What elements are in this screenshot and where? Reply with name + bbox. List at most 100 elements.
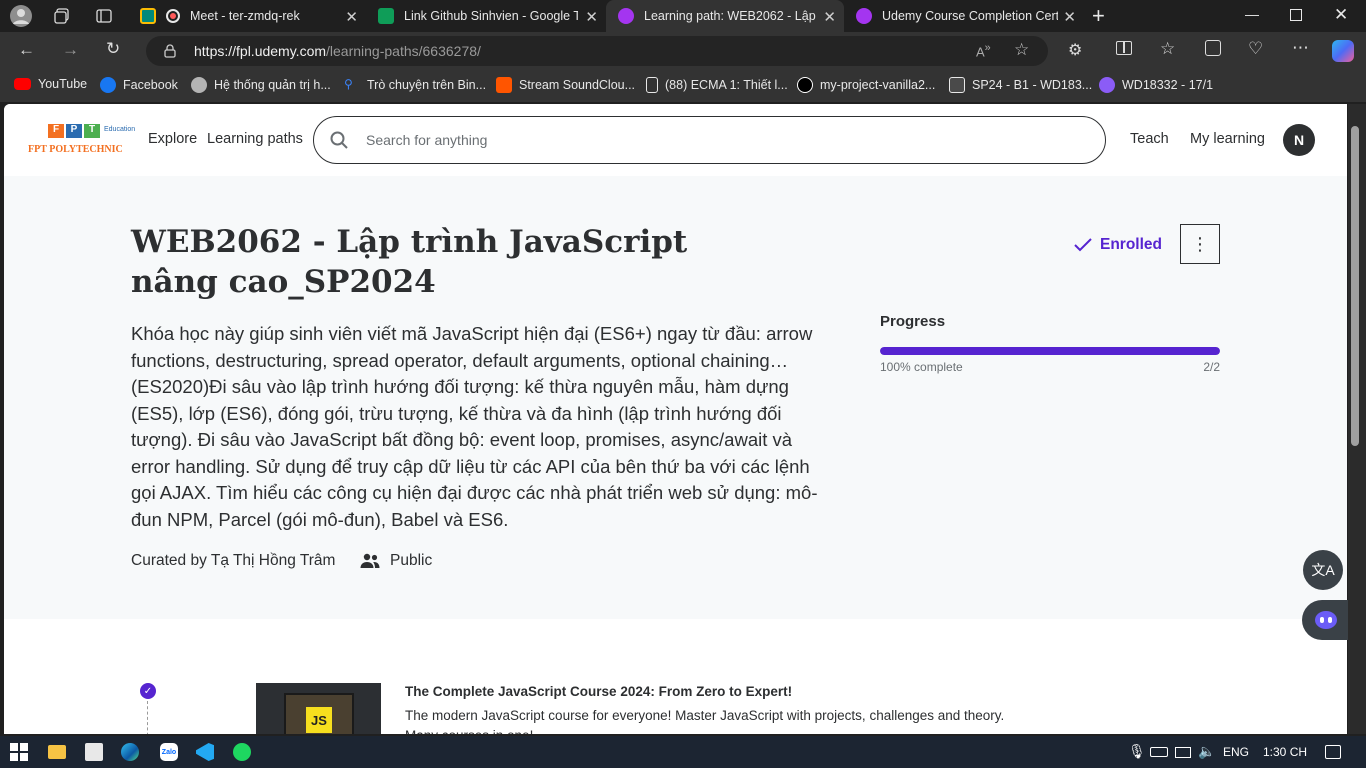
vscode-icon[interactable] <box>196 743 214 761</box>
completed-check-icon: ✓ <box>140 683 156 699</box>
search-icon: ⚲ <box>344 77 353 91</box>
tab-learning-path[interactable]: Learning path: WEB2062 - Lập trì ✕ <box>606 0 844 32</box>
curator-text: Curated by Tạ Thị Hồng Trâm <box>131 552 336 569</box>
favorite-star-icon[interactable]: ☆ <box>1014 40 1029 60</box>
bookmark-label: SP24 - B1 - WD183... <box>972 78 1093 92</box>
read-aloud-icon[interactable]: A» <box>976 42 991 59</box>
search-input[interactable]: Search for anything <box>366 132 487 148</box>
classroom-icon <box>949 77 965 93</box>
close-tab-icon[interactable]: ✕ <box>823 8 836 26</box>
page-title: WEB2062 - Lập trình JavaScript nâng cao_… <box>131 224 688 300</box>
microphone-icon[interactable]: 🎙 <box>1128 743 1146 760</box>
performance-icon[interactable]: ♡ <box>1248 39 1263 59</box>
bookmark-bing-chat[interactable]: ⚲ Trò chuyện trên Bin... <box>344 77 486 93</box>
progress-count: 2/2 <box>1203 360 1220 374</box>
language-indicator[interactable]: ENG <box>1223 745 1249 759</box>
windows-start-icon[interactable] <box>10 743 28 761</box>
progress-bar <box>880 347 1220 355</box>
teach-link[interactable]: Teach <box>1130 131 1169 147</box>
browser-toolbar: ← → ↻ https://fpl.udemy.com/learning-pat… <box>0 32 1366 70</box>
my-learning-link[interactable]: My learning <box>1190 131 1265 147</box>
tab-title: Meet - ter-zmdq-rek <box>190 9 300 23</box>
bookmark-label: Hệ thống quản trị h... <box>214 78 331 92</box>
refresh-icon[interactable]: ↻ <box>106 39 120 59</box>
spotify-icon[interactable] <box>233 743 251 761</box>
search-bar[interactable]: Search for anything <box>313 116 1106 164</box>
forward-icon[interactable]: → <box>62 40 79 60</box>
close-window-button[interactable]: ✕ <box>1334 5 1348 25</box>
youtube-icon <box>14 78 31 90</box>
close-tab-icon[interactable]: ✕ <box>585 8 598 26</box>
progress-label: Progress <box>880 313 946 330</box>
minimize-button[interactable]: — <box>1245 6 1259 22</box>
bookmark-label: YouTube <box>38 77 88 91</box>
bookmark-label: Facebook <box>123 78 178 92</box>
more-menu-button[interactable]: ⋮ <box>1180 224 1220 264</box>
enrolled-label: Enrolled <box>1100 236 1163 253</box>
edge-icon[interactable] <box>121 743 139 761</box>
bookmark-admin-system[interactable]: Hệ thống quản trị h... <box>191 77 331 93</box>
course-title[interactable]: The Complete JavaScript Course 2024: Fro… <box>405 684 792 699</box>
address-bar[interactable]: https://fpl.udemy.com/learning-paths/663… <box>146 36 1048 66</box>
collections-icon[interactable] <box>1205 40 1221 56</box>
battery-icon[interactable] <box>1150 747 1168 757</box>
page-icon <box>646 77 658 93</box>
volume-icon[interactable]: 🔈 <box>1198 743 1215 760</box>
bookmark-facebook[interactable]: Facebook <box>100 77 178 93</box>
store-icon[interactable] <box>85 743 103 761</box>
chatbot-icon[interactable] <box>1302 600 1350 640</box>
workspaces-icon[interactable] <box>54 8 70 29</box>
bookmark-label: my-project-vanilla2... <box>820 78 936 92</box>
notification-icon[interactable] <box>1325 745 1341 759</box>
course-thumbnail[interactable]: JS <box>256 683 381 734</box>
back-icon[interactable]: ← <box>18 40 35 60</box>
more-options-icon[interactable]: ⋯ <box>1292 38 1309 58</box>
tab-actions-icon[interactable] <box>96 8 112 29</box>
bookmark-sp24[interactable]: SP24 - B1 - WD183... <box>949 77 1092 93</box>
sheets-icon <box>378 8 394 24</box>
close-tab-icon[interactable]: ✕ <box>345 8 358 26</box>
recording-icon <box>166 9 180 23</box>
page-scrollbar[interactable] <box>1348 104 1366 734</box>
tab-meet[interactable]: Meet - ter-zmdq-rek ✕ <box>128 0 366 32</box>
scrollbar-thumb[interactable] <box>1351 126 1359 446</box>
course-list-item[interactable]: ✓ JS The Complete JavaScript Course 2024… <box>4 619 1347 734</box>
bookmark-soundcloud[interactable]: Stream SoundClou... <box>496 77 635 93</box>
fpt-polytechnic-logo[interactable]: F P T Education FPT POLYTECHNIC <box>26 122 136 162</box>
people-icon <box>360 553 380 568</box>
restore-button[interactable] <box>1290 9 1302 21</box>
user-avatar[interactable]: N <box>1283 124 1315 156</box>
profile-avatar-icon[interactable] <box>10 5 32 27</box>
bookmark-ecma[interactable]: (88) ECMA 1: Thiết l... <box>646 77 788 93</box>
bookmarks-bar: YouTube Facebook Hệ thống quản trị h... … <box>0 70 1366 102</box>
soundcloud-icon <box>496 77 512 93</box>
zalo-icon[interactable]: Zalo <box>160 743 178 761</box>
site-header: F P T Education FPT POLYTECHNIC Explore … <box>4 104 1347 176</box>
bookmark-youtube[interactable]: YouTube <box>14 77 87 91</box>
facebook-icon <box>100 77 116 93</box>
js-badge: JS <box>306 707 332 733</box>
visibility-badge: Public <box>360 552 432 570</box>
favorites-icon[interactable]: ☆ <box>1160 39 1175 59</box>
tab-certificate[interactable]: Udemy Course Completion Certif ✕ <box>846 0 1084 32</box>
extensions-icon[interactable]: ⚙ <box>1068 40 1082 60</box>
logo-text: FPT POLYTECHNIC <box>28 144 123 155</box>
bookmark-wd18332[interactable]: WD18332 - 17/1 <box>1099 77 1213 93</box>
udemy-icon <box>856 8 872 24</box>
learning-paths-link[interactable]: Learning paths <box>207 131 303 147</box>
new-tab-button[interactable]: + <box>1092 3 1105 29</box>
translate-icon[interactable]: 文A <box>1303 550 1343 590</box>
file-explorer-icon[interactable] <box>48 745 66 759</box>
close-tab-icon[interactable]: ✕ <box>1063 8 1076 26</box>
meet-icon <box>140 8 156 24</box>
copilot-icon[interactable] <box>1332 40 1354 62</box>
tab-github-sheet[interactable]: Link Github Sinhvien - Google Tra ✕ <box>366 0 606 32</box>
split-screen-icon[interactable] <box>1116 41 1132 55</box>
course-description: The modern JavaScript course for everyon… <box>405 708 1005 734</box>
tab-title: Learning path: WEB2062 - Lập trì <box>644 9 816 23</box>
path-description: Khóa học này giúp sinh viên viết mã Java… <box>131 323 818 530</box>
clock[interactable]: 1:30 CH <box>1263 745 1307 759</box>
explore-link[interactable]: Explore <box>148 131 197 147</box>
network-icon[interactable] <box>1175 747 1191 758</box>
bookmark-vercel[interactable]: my-project-vanilla2... <box>797 77 935 93</box>
